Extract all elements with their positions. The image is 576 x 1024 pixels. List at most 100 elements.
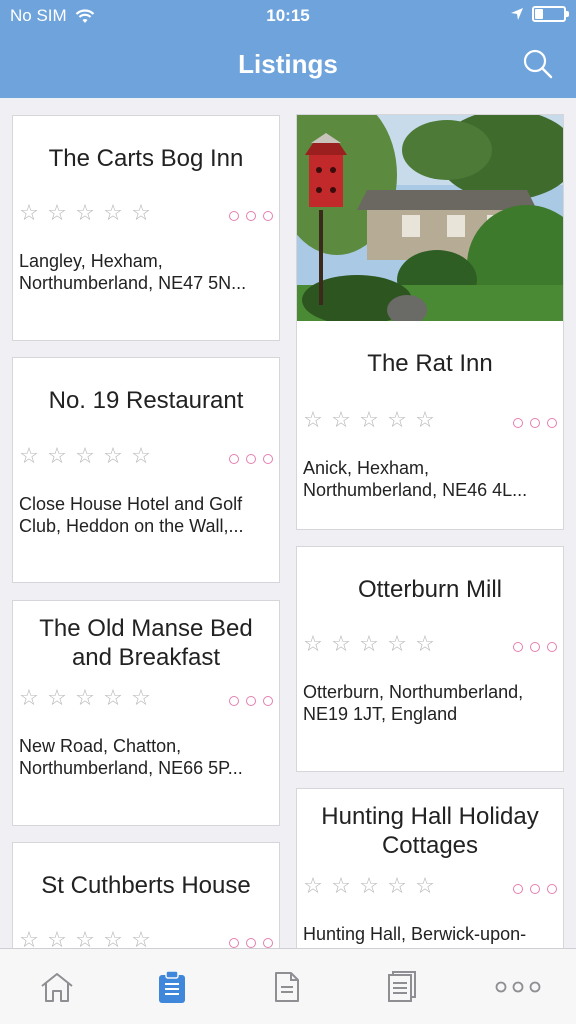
star-icon[interactable]: ☆ [47, 929, 67, 949]
listing-title-line: Cottages [381, 832, 479, 859]
more-options-button[interactable] [229, 696, 273, 706]
star-icon[interactable]: ☆ [415, 633, 435, 655]
star-icon[interactable]: ☆ [331, 409, 351, 431]
more-dot-icon [246, 938, 256, 948]
page-title: Listings [238, 49, 338, 79]
listing-title: Otterburn Mill [303, 575, 557, 604]
listing-title: The Old Manse Bed and Breakfast [19, 614, 273, 672]
listing-card[interactable]: St Cuthberts House ☆ ☆ ☆ ☆ ☆ [12, 842, 280, 948]
star-icon[interactable]: ☆ [103, 687, 123, 709]
listing-photo-image [297, 115, 563, 321]
more-icon [495, 981, 541, 993]
listing-title-line: The Rat Inn [367, 350, 493, 377]
more-dot-icon [246, 454, 256, 464]
listing-card[interactable]: The Rat Inn ☆ ☆ ☆ ☆ ☆ Anick, Hexham, Nor… [296, 114, 564, 530]
listing-title-line: Otterburn Mill [357, 576, 503, 603]
more-dot-icon [547, 418, 557, 428]
address-line: Hunting Hall, Berwick-upon- [303, 924, 527, 944]
address-line: Northumberland, NE66 5P... [19, 758, 243, 778]
listing-address: Anick, Hexham, Northumberland, NE46 4L..… [303, 457, 549, 501]
listing-title: No. 19 Restaurant [19, 386, 273, 415]
star-icon[interactable]: ☆ [75, 929, 95, 949]
star-icon[interactable]: ☆ [19, 202, 39, 224]
rating-stars[interactable]: ☆ ☆ ☆ ☆ ☆ [19, 687, 151, 709]
star-icon[interactable]: ☆ [103, 929, 123, 949]
star-icon[interactable]: ☆ [415, 409, 435, 431]
star-icon[interactable]: ☆ [131, 445, 151, 467]
listing-address: Langley, Hexham, Northumberland, NE47 5N… [19, 250, 265, 294]
rating-stars[interactable]: ☆ ☆ ☆ ☆ ☆ [19, 445, 151, 467]
rating-stars[interactable]: ☆ ☆ ☆ ☆ ☆ [19, 202, 151, 224]
star-icon[interactable]: ☆ [47, 202, 67, 224]
more-options-button[interactable] [229, 454, 273, 464]
list-document-icon [388, 971, 416, 1002]
more-options-button[interactable] [229, 211, 273, 221]
star-icon[interactable]: ☆ [387, 633, 407, 655]
home-icon [41, 973, 73, 1002]
tab-documents[interactable] [267, 969, 307, 1005]
listing-card[interactable]: The Carts Bog Inn ☆ ☆ ☆ ☆ ☆ Langley, Hex… [12, 115, 280, 341]
more-options-button[interactable] [229, 938, 273, 948]
more-dot-icon [513, 642, 523, 652]
star-icon[interactable]: ☆ [131, 202, 151, 224]
status-time: 10:15 [266, 6, 310, 25]
star-icon[interactable]: ☆ [331, 875, 351, 897]
listing-card[interactable]: Hunting Hall Holiday Cottages ☆ ☆ ☆ ☆ ☆ … [296, 788, 564, 948]
rating-stars[interactable]: ☆ ☆ ☆ ☆ ☆ [303, 633, 435, 655]
listing-title-line: No. 19 Restaurant [48, 387, 244, 414]
star-icon[interactable]: ☆ [131, 929, 151, 949]
tab-pages[interactable] [382, 969, 422, 1005]
address-line: Otterburn, Northumberland, [303, 682, 524, 702]
star-icon[interactable]: ☆ [75, 202, 95, 224]
star-icon[interactable]: ☆ [47, 687, 67, 709]
star-icon[interactable]: ☆ [359, 633, 379, 655]
star-icon[interactable]: ☆ [75, 445, 95, 467]
tab-home[interactable] [37, 969, 77, 1005]
more-dot-icon [263, 454, 273, 464]
listing-title-line: The Old Manse Bed [39, 615, 253, 642]
rating-stars[interactable]: ☆ ☆ ☆ ☆ ☆ [303, 409, 435, 431]
listings-grid: The Carts Bog Inn ☆ ☆ ☆ ☆ ☆ Langley, Hex… [0, 98, 576, 948]
listing-card[interactable]: Otterburn Mill ☆ ☆ ☆ ☆ ☆ Otterburn, Nort… [296, 546, 564, 772]
star-icon[interactable]: ☆ [131, 687, 151, 709]
star-icon[interactable]: ☆ [303, 633, 323, 655]
nav-bar: Listings [0, 32, 576, 98]
more-options-button[interactable] [513, 884, 557, 894]
more-dot-icon [229, 696, 239, 706]
more-options-button[interactable] [513, 642, 557, 652]
rating-stars[interactable]: ☆ ☆ ☆ ☆ ☆ [303, 875, 435, 897]
star-icon[interactable]: ☆ [19, 687, 39, 709]
search-button[interactable] [522, 48, 554, 80]
listing-card[interactable]: The Old Manse Bed and Breakfast ☆ ☆ ☆ ☆ … [12, 600, 280, 826]
address-line: Langley, Hexham, [19, 251, 163, 271]
tab-more[interactable] [492, 969, 544, 1005]
star-icon[interactable]: ☆ [387, 409, 407, 431]
tab-listings[interactable] [152, 969, 192, 1005]
star-icon[interactable]: ☆ [387, 875, 407, 897]
star-icon[interactable]: ☆ [359, 875, 379, 897]
more-dot-icon [513, 418, 523, 428]
star-icon[interactable]: ☆ [359, 409, 379, 431]
star-icon[interactable]: ☆ [75, 687, 95, 709]
star-icon[interactable]: ☆ [19, 445, 39, 467]
more-dot-icon [530, 418, 540, 428]
listing-title: The Carts Bog Inn [19, 144, 273, 173]
more-dot-icon [530, 642, 540, 652]
star-icon[interactable]: ☆ [415, 875, 435, 897]
more-options-button[interactable] [513, 418, 557, 428]
star-icon[interactable]: ☆ [303, 875, 323, 897]
more-dot-icon [246, 696, 256, 706]
more-dot-icon [547, 642, 557, 652]
address-line: NE19 1JT, England [303, 704, 458, 724]
star-icon[interactable]: ☆ [331, 633, 351, 655]
address-line: Club, Heddon on the Wall,... [19, 516, 244, 536]
address-line: Northumberland, NE47 5N... [19, 273, 247, 293]
star-icon[interactable]: ☆ [303, 409, 323, 431]
star-icon[interactable]: ☆ [47, 445, 67, 467]
rating-stars[interactable]: ☆ ☆ ☆ ☆ ☆ [19, 929, 151, 949]
star-icon[interactable]: ☆ [103, 202, 123, 224]
listing-card[interactable]: No. 19 Restaurant ☆ ☆ ☆ ☆ ☆ Close House … [12, 357, 280, 583]
star-icon[interactable]: ☆ [19, 929, 39, 949]
listing-title: Hunting Hall Holiday Cottages [303, 802, 557, 860]
star-icon[interactable]: ☆ [103, 445, 123, 467]
